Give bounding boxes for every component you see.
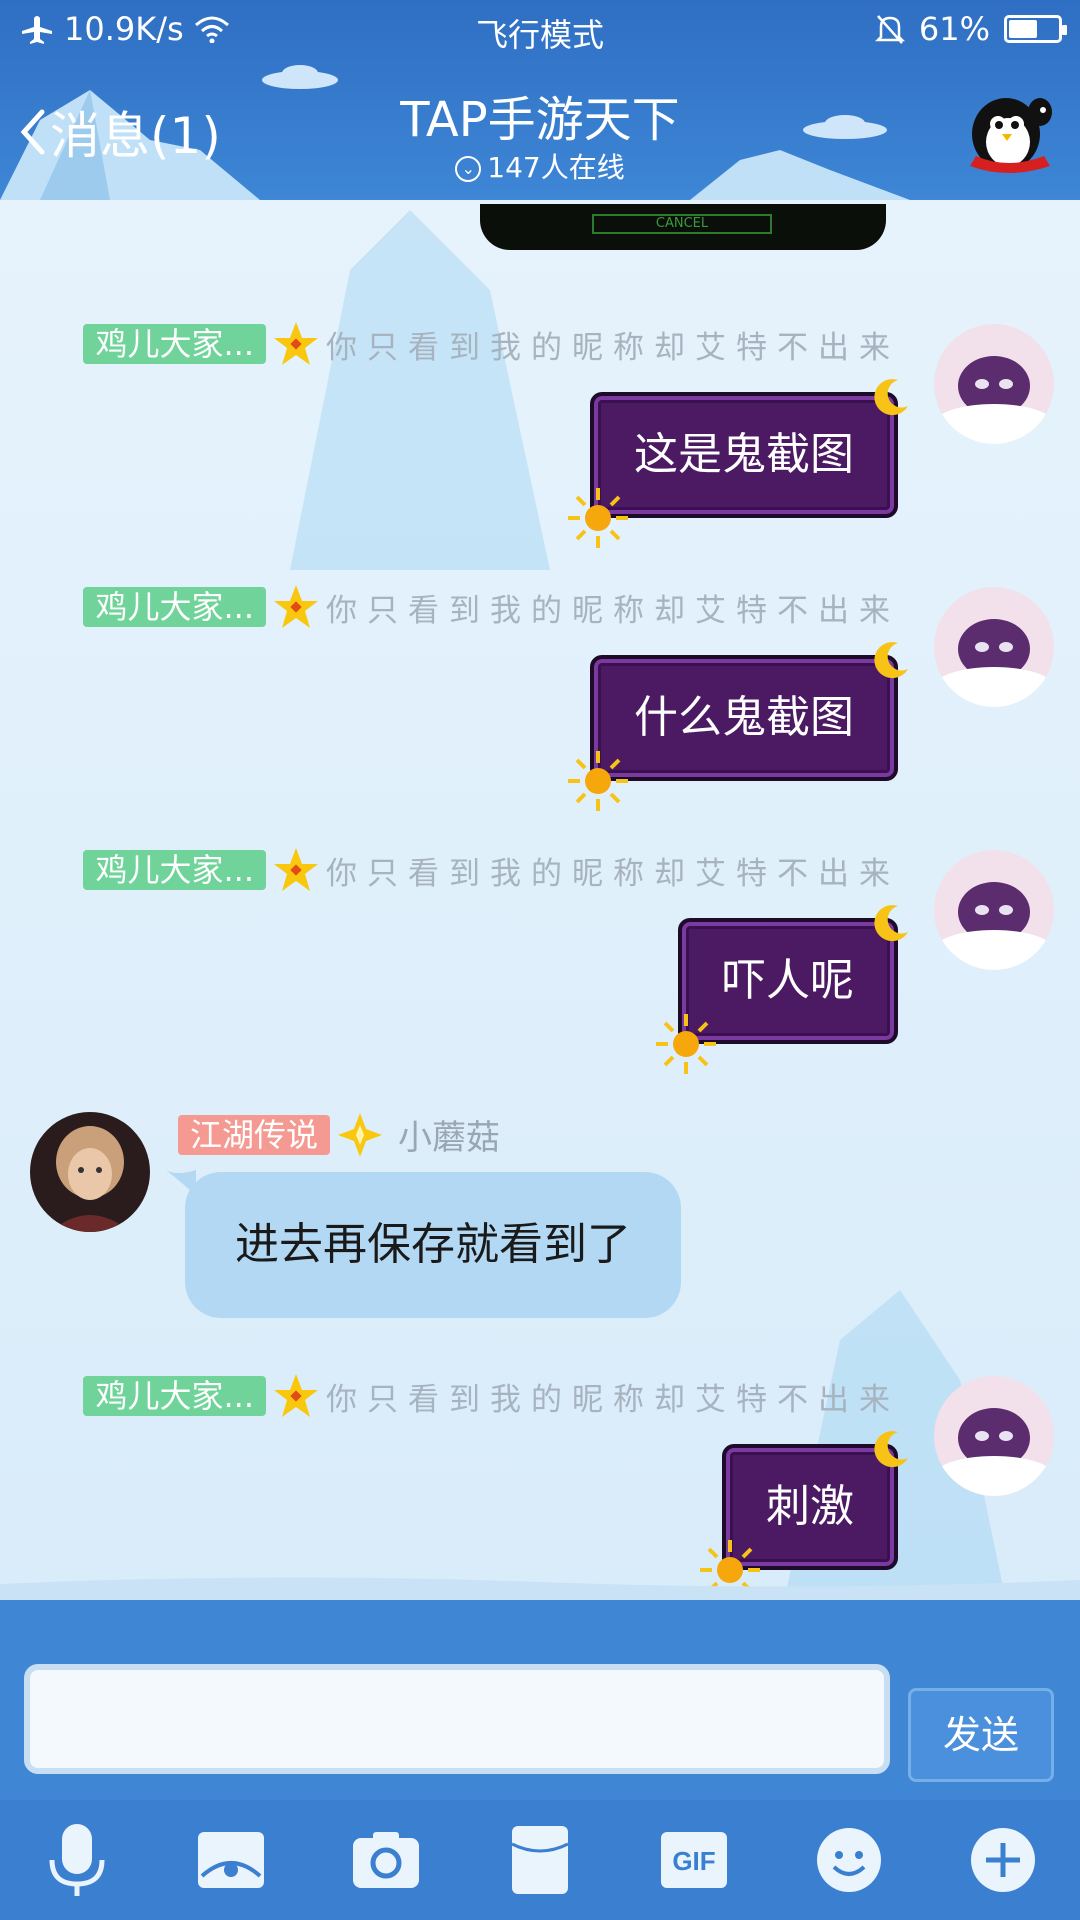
battery-percent: 61% [918, 10, 990, 48]
sun-icon [568, 751, 628, 811]
furball-avatar-icon [934, 587, 1054, 707]
mic-button[interactable] [37, 1820, 117, 1900]
message-bubble[interactable]: 吓人呢 [656, 905, 908, 1074]
avatar[interactable] [934, 587, 1054, 707]
sender-meta: 鸡儿大家... 你只看到我的昵称却艾特不出来 [83, 320, 900, 368]
input-bar: 发送 [0, 1600, 1080, 1800]
message-text: 刺激 [766, 1481, 854, 1532]
shared-image-thumbnail[interactable]: CANCEL [480, 204, 886, 250]
envelope-icon [511, 1826, 569, 1894]
furball-avatar-icon [934, 1376, 1054, 1496]
toolbar: GIF [0, 1800, 1080, 1920]
plus-button[interactable] [963, 1820, 1043, 1900]
gif-icon: GIF [661, 1832, 728, 1888]
send-button[interactable]: 发送 [908, 1688, 1054, 1782]
svg-text:GIF: GIF [673, 1846, 716, 1876]
message-text: 吓人呢 [722, 955, 854, 1006]
emoji-button[interactable] [809, 1820, 889, 1900]
status-bar: 10.9K/s 飞行模式 61% [0, 0, 1080, 58]
online-count[interactable]: ⌄ 147人在线 [0, 146, 1080, 186]
moon-icon [874, 1431, 908, 1468]
avatar[interactable] [934, 324, 1054, 444]
sender-meta: 鸡儿大家... 你只看到我的昵称却艾特不出来 [83, 1372, 900, 1420]
rank-tag: 鸡儿大家... [83, 850, 266, 890]
message-text: 这是鬼截图 [634, 429, 854, 480]
sender-meta: 鸡儿大家... 你只看到我的昵称却艾特不出来 [83, 846, 900, 894]
furball-avatar-icon [934, 324, 1054, 444]
message-text: 什么鬼截图 [634, 692, 854, 743]
moon-icon [874, 905, 908, 942]
rank-tag: 江湖传说 [178, 1114, 331, 1155]
camera-button[interactable] [346, 1820, 426, 1900]
photo-icon [198, 1832, 265, 1888]
sender-nickname: 你只看到我的昵称却艾特不出来 [326, 329, 900, 366]
chevron-down-circle-icon: ⌄ [455, 156, 482, 182]
rank-tag: 鸡儿大家... [83, 324, 266, 364]
moon-icon [874, 379, 908, 416]
rank-tag: 鸡儿大家... [83, 587, 266, 627]
message-input[interactable] [24, 1664, 890, 1774]
avatar[interactable] [934, 850, 1054, 970]
star-icon [274, 1374, 318, 1417]
message-bubble[interactable]: 这是鬼截图 [568, 379, 908, 548]
avatar[interactable] [30, 1112, 150, 1232]
message-text: 进去再保存就看到了 [235, 1219, 631, 1270]
sender-meta: 鸡儿大家... 你只看到我的昵称却艾特不出来 [83, 583, 900, 631]
snow-edge-decoration [0, 1577, 1080, 1600]
penguin-avatar-icon[interactable] [964, 86, 1060, 176]
emoji-icon [816, 1828, 881, 1892]
sender-nickname: 你只看到我的昵称却艾特不出来 [326, 592, 900, 629]
battery-icon [1004, 15, 1067, 43]
star-icon [274, 322, 318, 365]
message-bubble[interactable]: 什么鬼截图 [568, 642, 908, 811]
red-packet-button[interactable] [500, 1820, 580, 1900]
plus-icon [970, 1828, 1035, 1892]
cancel-button: CANCEL [592, 214, 772, 234]
sun-icon [656, 1014, 716, 1074]
star-icon [274, 585, 318, 628]
online-count-label: 147人在线 [487, 151, 625, 184]
message-bubble[interactable]: 进去再保存就看到了 [185, 1172, 681, 1318]
page-title: TAP手游天下 [400, 92, 680, 148]
sender-nickname: 你只看到我的昵称却艾特不出来 [326, 855, 900, 892]
sender-meta: 江湖传说 小蘑菇 [178, 1110, 500, 1159]
moon-icon [874, 642, 908, 679]
gif-button[interactable]: GIF [654, 1820, 734, 1900]
avatar[interactable] [934, 1376, 1054, 1496]
furball-avatar-icon [934, 850, 1054, 970]
bell-muted-icon [874, 15, 905, 44]
sender-nickname: 小蘑菇 [398, 1118, 501, 1158]
iceberg-background-decoration [290, 210, 550, 570]
header: 10.9K/s 飞行模式 61% 消息(1) TAP手游天下 ⌄ 147人在线 [0, 0, 1080, 200]
sun-icon [568, 488, 628, 548]
rank-tag: 鸡儿大家... [83, 1376, 266, 1416]
chat-area[interactable]: CANCEL 鸡儿大家... 你只看到我的昵称却艾特不出来 这是鬼截图 鸡儿大家… [0, 200, 1080, 1600]
mic-icon [49, 1824, 105, 1896]
star-icon [274, 848, 318, 891]
camera-icon [352, 1832, 419, 1888]
diamond-star-icon [338, 1112, 383, 1157]
battery-fill [1009, 20, 1037, 38]
photo-button[interactable] [191, 1820, 271, 1900]
sender-nickname: 你只看到我的昵称却艾特不出来 [326, 1381, 900, 1418]
girl-avatar-icon [30, 1112, 150, 1232]
message-bubble[interactable]: 刺激 [700, 1431, 908, 1600]
